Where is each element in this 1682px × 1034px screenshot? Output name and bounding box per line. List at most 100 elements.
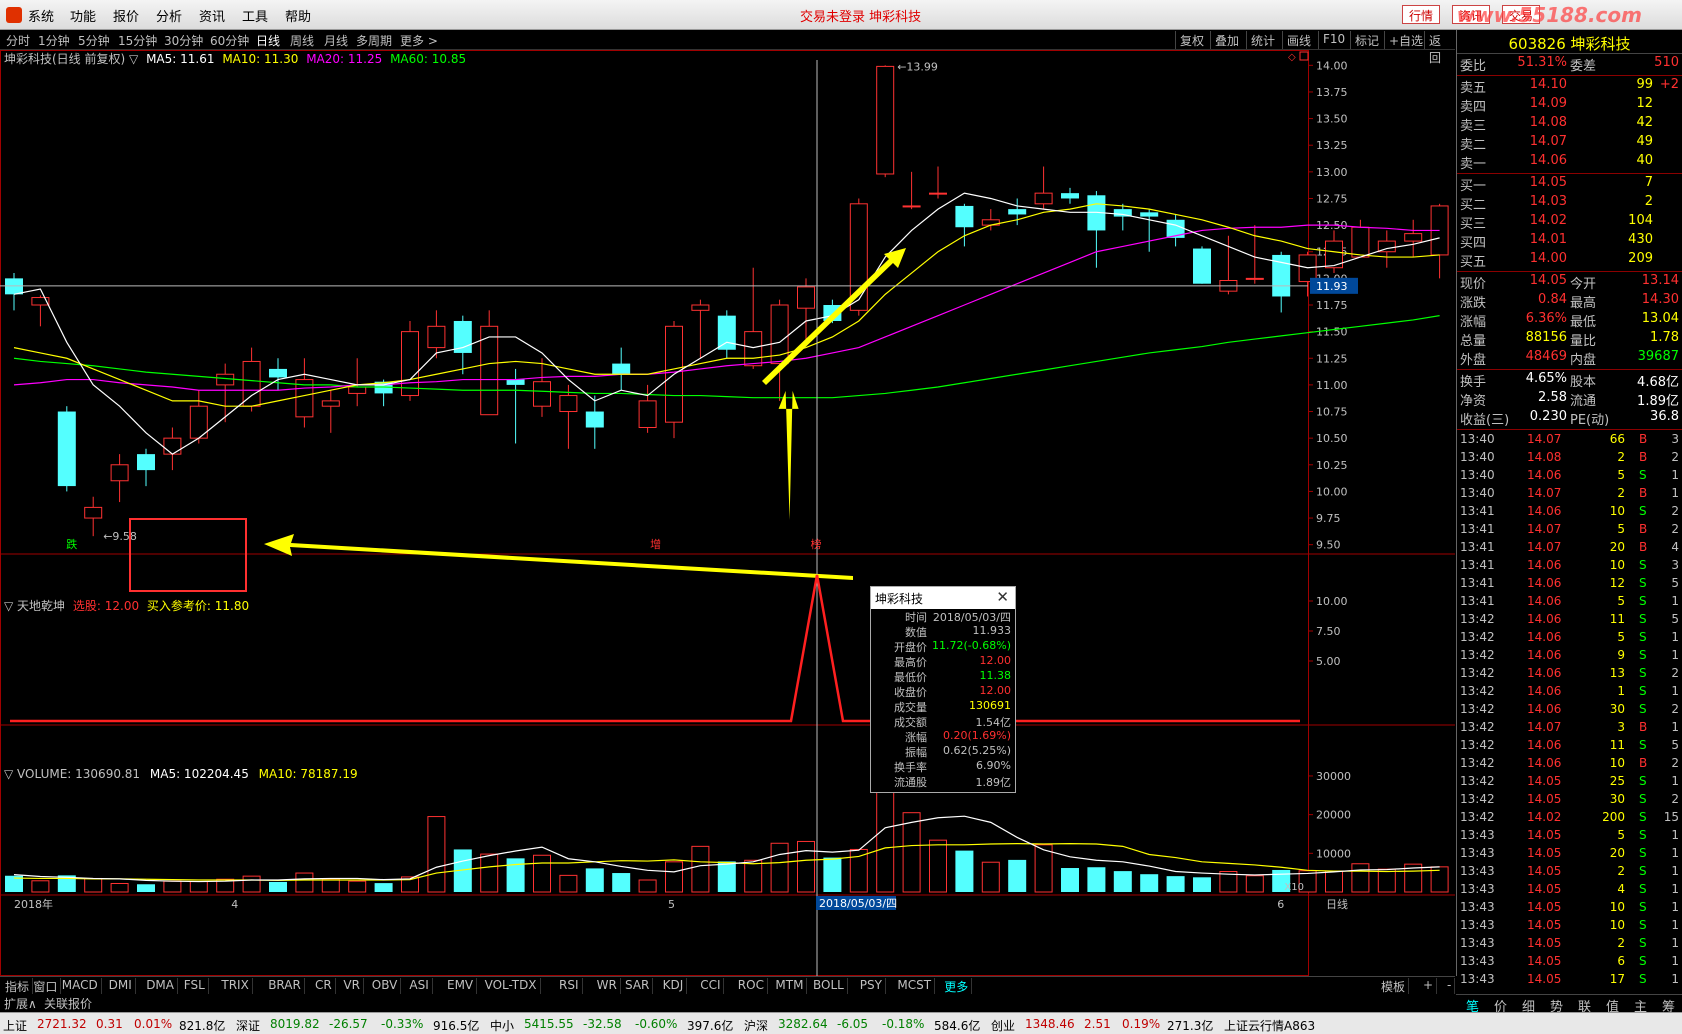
menu-item-quote[interactable]: 报价 — [113, 6, 139, 25]
volume-bar — [929, 839, 947, 893]
indicator-tab[interactable]: OBV — [369, 978, 402, 994]
popup-row-value: 1.54亿 — [975, 716, 1012, 729]
indicator-tab[interactable]: VOL-TDX — [482, 978, 541, 994]
candle-body — [1351, 226, 1370, 258]
buy-level-row[interactable]: 买二 14.03 2 — [1457, 194, 1682, 213]
buy-level-row[interactable]: 买五 14.00 209 — [1457, 251, 1682, 270]
menu-item-tools[interactable]: 工具 — [242, 6, 268, 25]
indicator-tab[interactable]: ASI — [406, 978, 433, 994]
volume-label[interactable]: ▽ VOLUME: 130690.81 — [4, 767, 140, 781]
indicator-tab[interactable]: BRAR — [265, 978, 305, 994]
period-tab-30min[interactable]: 30分钟 — [164, 32, 203, 49]
ma10-label: MA10: 11.30 — [222, 52, 299, 66]
buy-level-row[interactable]: 买四 14.01 430 — [1457, 232, 1682, 251]
mark-button[interactable]: 标记 — [1350, 31, 1383, 49]
indicator-tab[interactable]: DMA — [143, 978, 178, 994]
volume-bar — [269, 881, 287, 892]
popup-row: 最低价 11.38 — [871, 669, 1015, 684]
indicator-tab[interactable]: RSI — [556, 978, 583, 994]
overlay-button[interactable]: 叠加 — [1210, 31, 1243, 49]
indicator-tab[interactable]: VR — [340, 978, 364, 994]
adjust-button[interactable]: 复权 — [1175, 31, 1208, 49]
zoom-out-button[interactable]: - — [1444, 978, 1456, 994]
indicator-tab[interactable]: DMI — [106, 978, 136, 994]
tick-row: 13:42 14.06 30 S 2 — [1457, 701, 1682, 719]
menu-item-analysis[interactable]: 分析 — [156, 6, 182, 25]
period-tab-timeshare[interactable]: 分时 — [6, 32, 30, 49]
indicator-tab[interactable]: EMV — [444, 978, 478, 994]
indicator-tab[interactable]: 指标 — [2, 978, 34, 994]
tick-row: 13:43 14.05 4 S 1 — [1457, 881, 1682, 899]
indicator-tab[interactable]: 窗口 — [30, 978, 62, 994]
sell-level-row[interactable]: 卖一 14.06 40 — [1457, 153, 1682, 172]
tick-row: 13:41 14.06 10 S 2 — [1457, 503, 1682, 521]
kline-chart-svg[interactable]: 14.0013.7513.5013.2513.0012.7512.5012.25… — [0, 50, 1455, 976]
indicator-tab[interactable]: MTM — [772, 978, 808, 994]
volume-y-tick-label: 20000 — [1316, 809, 1351, 822]
volume-bar — [955, 850, 974, 892]
period-tab-1min[interactable]: 1分钟 — [38, 32, 70, 49]
indicator-tab[interactable]: CCI — [697, 978, 725, 994]
stat-value: 14.30 — [1641, 292, 1679, 307]
back-button[interactable]: 返回 — [1424, 31, 1455, 65]
f10-button[interactable]: F10 — [1318, 31, 1349, 49]
close-icon[interactable]: ✕ — [996, 588, 1009, 606]
chart-area[interactable]: 14.0013.7513.5013.2513.0012.7512.5012.25… — [0, 50, 1455, 976]
sell-level-row[interactable]: 卖三 14.08 42 — [1457, 115, 1682, 134]
menu-item-function[interactable]: 功能 — [70, 6, 96, 25]
indicator-tab[interactable]: FSL — [181, 978, 209, 994]
marker-increase: 增 — [650, 537, 661, 551]
indicator-tab[interactable]: MACD — [59, 978, 102, 994]
period-tab-5min[interactable]: 5分钟 — [78, 32, 110, 49]
expand-button[interactable]: 扩展∧ — [4, 995, 37, 1012]
menu-item-help[interactable]: 帮助 — [285, 6, 311, 25]
menu-item-system[interactable]: 系统 — [28, 6, 54, 25]
indicator-tab[interactable]: SAR — [622, 978, 654, 994]
related-quote-button[interactable]: 关联报价 — [44, 995, 92, 1012]
add-watchlist-button[interactable]: +自选 — [1384, 31, 1427, 49]
zoom-in-button[interactable]: + — [1420, 978, 1438, 994]
tick-volume: 25 — [1609, 774, 1625, 788]
statistics-button[interactable]: 统计 — [1246, 31, 1279, 49]
indicator-tab[interactable]: BOLL — [810, 978, 848, 994]
indicator-tab[interactable]: 更多 — [941, 978, 973, 994]
tick-time: 13:41 — [1460, 594, 1495, 608]
indicator-tab[interactable]: MCST — [894, 978, 936, 994]
template-button[interactable]: 模板 — [1378, 978, 1410, 994]
status-item: 3282.64 — [778, 1017, 828, 1031]
period-tab-15min[interactable]: 15分钟 — [118, 32, 157, 49]
period-tab-monthly[interactable]: 月线 — [324, 32, 348, 49]
indicator-tab[interactable]: PSY — [857, 978, 886, 994]
buy-level-row[interactable]: 买一 14.05 7 — [1457, 175, 1682, 194]
tick-direction: S — [1639, 972, 1647, 986]
quote-mode-button[interactable]: 行情 — [1402, 5, 1441, 24]
period-tab-60min[interactable]: 60分钟 — [210, 32, 249, 49]
separator — [1457, 271, 1682, 272]
tick-row: 13:40 14.07 2 B 1 — [1457, 485, 1682, 503]
tick-count: 5 — [1671, 576, 1679, 590]
indicator-tab[interactable]: CR — [312, 978, 336, 994]
sell-level-row[interactable]: 卖五 14.10 99 +2 — [1457, 77, 1682, 96]
stat-value: 36.8 — [1650, 409, 1679, 424]
sell-level-row[interactable]: 卖二 14.07 49 — [1457, 134, 1682, 153]
sell-level-row[interactable]: 卖四 14.09 12 — [1457, 96, 1682, 115]
candle-body — [110, 464, 129, 482]
indicator-tab[interactable]: KDJ — [660, 978, 688, 994]
period-tab-more[interactable]: 更多 > — [400, 32, 438, 49]
period-tab-multi[interactable]: 多周期 — [356, 32, 392, 49]
buy-level-row[interactable]: 买三 14.02 104 — [1457, 213, 1682, 232]
period-tab-weekly[interactable]: 周线 — [290, 32, 314, 49]
indicator-tab[interactable]: WR — [594, 978, 621, 994]
buy-level-volume: 104 — [1628, 213, 1653, 228]
volume-bar — [1351, 863, 1370, 893]
volume-bar — [1245, 875, 1264, 893]
popup-row: 数值 11.933 — [871, 624, 1015, 639]
sell-level-price: 14.09 — [1529, 96, 1567, 111]
indicator-tab[interactable]: TRIX — [218, 978, 253, 994]
draw-line-button[interactable]: 画线 — [1282, 31, 1315, 49]
indicator-name[interactable]: ▽ 天地乾坤 — [4, 599, 65, 613]
menu-item-news[interactable]: 资讯 — [199, 6, 225, 25]
period-tab-daily[interactable]: 日线 — [256, 32, 280, 49]
status-item: 397.6亿 — [687, 1019, 734, 1033]
indicator-tab[interactable]: ROC — [735, 978, 768, 994]
